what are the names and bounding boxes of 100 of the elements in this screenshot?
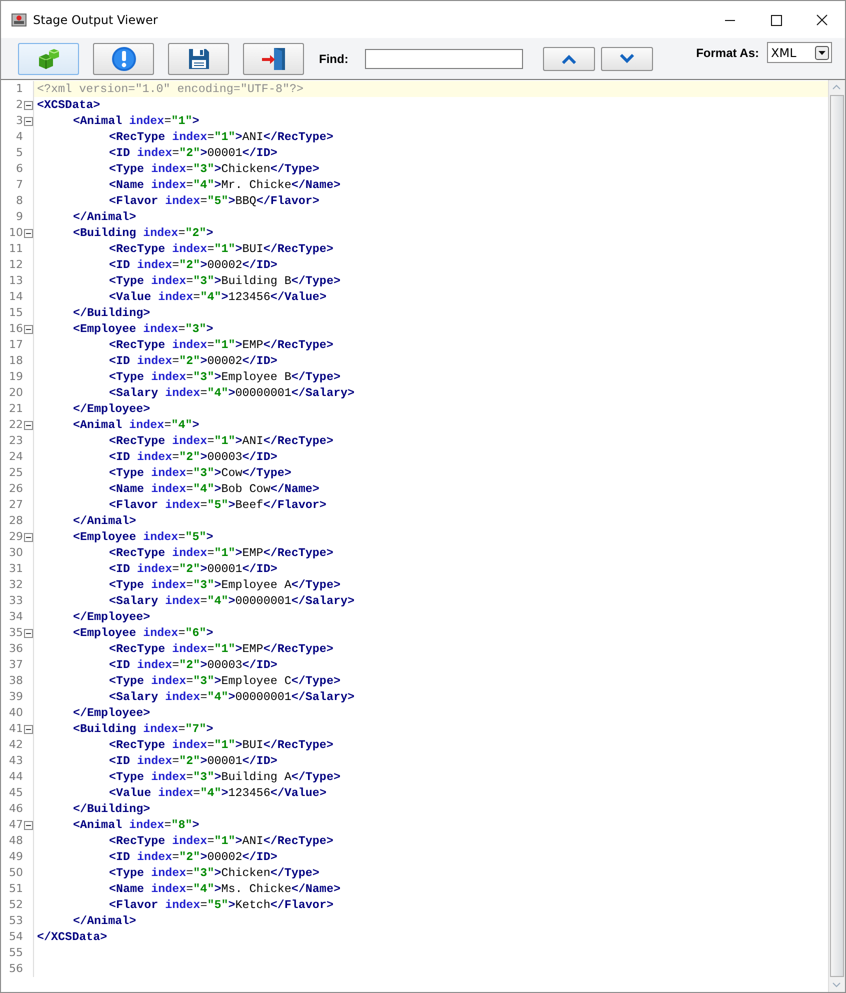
line-number: 39: [9, 689, 23, 705]
collapse-icon[interactable]: [24, 533, 33, 542]
collapse-icon[interactable]: [24, 229, 33, 238]
attribute-name: index: [165, 898, 200, 912]
line-number: 19: [9, 369, 23, 385]
attribute-value: "8": [171, 818, 192, 832]
equals-sign: =: [193, 290, 200, 304]
attribute-value: "2": [179, 258, 200, 272]
line-number: 7: [16, 177, 23, 193]
element-text: Beef: [235, 498, 264, 512]
line-number: 2: [16, 97, 23, 113]
collapse-icon[interactable]: [24, 117, 33, 126]
equals-sign: =: [164, 418, 172, 432]
xml-tag: >: [235, 834, 242, 848]
equals-sign: =: [207, 130, 214, 144]
xml-tag: </RecType>: [263, 242, 334, 256]
xml-tag: </Type>: [291, 674, 340, 688]
cubes-button[interactable]: [18, 42, 79, 74]
collapse-icon[interactable]: [24, 725, 33, 734]
xml-tag: <Animal: [73, 418, 122, 432]
line-number: 48: [9, 833, 23, 849]
line-number: 8: [16, 193, 23, 209]
attribute-value: "1": [214, 738, 236, 752]
attribute-value: "3": [193, 770, 214, 784]
xml-tag: </Type>: [270, 162, 320, 176]
chevron-up-icon: [561, 54, 578, 64]
line-number: 13: [9, 273, 23, 289]
exclamation-icon: [110, 46, 136, 72]
element-text: Employee B: [221, 370, 292, 384]
info-button[interactable]: [93, 42, 154, 74]
equals-sign: =: [207, 834, 214, 848]
xml-tag: >: [221, 290, 228, 304]
find-field[interactable]: [365, 48, 524, 68]
element-text: 123456: [228, 786, 270, 800]
attribute-value: "4": [193, 178, 214, 192]
attribute-name: index: [143, 626, 178, 640]
exit-button[interactable]: [243, 42, 304, 74]
equals-sign: =: [207, 642, 214, 656]
xml-tag: </ID>: [242, 562, 278, 576]
xml-tag: </Animal>: [73, 210, 136, 224]
attribute-value: "1": [214, 434, 236, 448]
previous-button[interactable]: [543, 46, 596, 70]
element-text: 00002: [207, 354, 242, 368]
element-text: 00001: [207, 146, 242, 160]
equals-sign: =: [186, 370, 194, 384]
attribute-name: index: [172, 642, 208, 656]
xml-tag: <Salary: [109, 386, 158, 400]
xml-tag: </Type>: [291, 274, 340, 288]
attribute-name: index: [143, 226, 178, 240]
collapse-icon[interactable]: [24, 421, 33, 430]
line-number: 14: [9, 289, 23, 305]
scroll-thumb[interactable]: [830, 95, 844, 977]
save-button[interactable]: [168, 42, 229, 74]
equals-sign: =: [186, 882, 194, 896]
xml-tag: <Salary: [109, 594, 158, 608]
line-number: 12: [9, 257, 23, 273]
attribute-name: index: [172, 738, 208, 752]
attribute-value: "4": [171, 418, 192, 432]
xml-tag: >: [228, 690, 236, 704]
line-number: 31: [9, 561, 23, 577]
collapse-icon[interactable]: [24, 325, 33, 334]
attribute-name: index: [151, 882, 186, 896]
xml-tag: </Name>: [291, 882, 340, 896]
equals-sign: =: [200, 594, 208, 608]
collapse-icon[interactable]: [24, 101, 33, 110]
attribute-name: index: [143, 322, 178, 336]
scrollbar[interactable]: [828, 80, 845, 992]
xml-tag: </RecType>: [263, 642, 334, 656]
attribute-value: "3": [193, 466, 214, 480]
format-dropdown[interactable]: XML: [767, 42, 832, 63]
element-text: BBQ: [235, 194, 256, 208]
xml-tag: <Flavor: [109, 898, 158, 912]
xml-tag: </Type>: [242, 466, 292, 480]
app-icon: [11, 12, 27, 28]
element-text: ANI: [242, 130, 264, 144]
attribute-value: "3": [193, 274, 214, 288]
xml-tag: >: [228, 898, 236, 912]
equals-sign: =: [193, 786, 200, 800]
collapse-icon[interactable]: [24, 821, 33, 830]
xml-tag: <RecType: [109, 834, 166, 848]
attribute-value: "2": [179, 850, 200, 864]
attribute-name: index: [151, 578, 186, 592]
equals-sign: =: [178, 626, 186, 640]
xml-tag: >: [214, 274, 222, 288]
xml-tag: </RecType>: [263, 338, 334, 352]
attribute-value: "7": [185, 722, 206, 736]
element-text: EMP: [242, 642, 264, 656]
xml-tag: <ID: [109, 146, 130, 160]
next-button[interactable]: [601, 46, 654, 70]
xml-tag: </ID>: [242, 658, 278, 672]
line-number: 6: [16, 161, 23, 177]
equals-sign: =: [172, 258, 180, 272]
equals-sign: =: [186, 866, 194, 880]
line-number: 54: [9, 929, 23, 945]
xml-tag: </Employee>: [73, 706, 150, 720]
line-number: 5: [16, 145, 23, 161]
xml-tag: <Type: [109, 770, 144, 784]
xml-tag: </ID>: [242, 450, 278, 464]
collapse-icon[interactable]: [24, 629, 33, 638]
equals-sign: =: [172, 850, 180, 864]
